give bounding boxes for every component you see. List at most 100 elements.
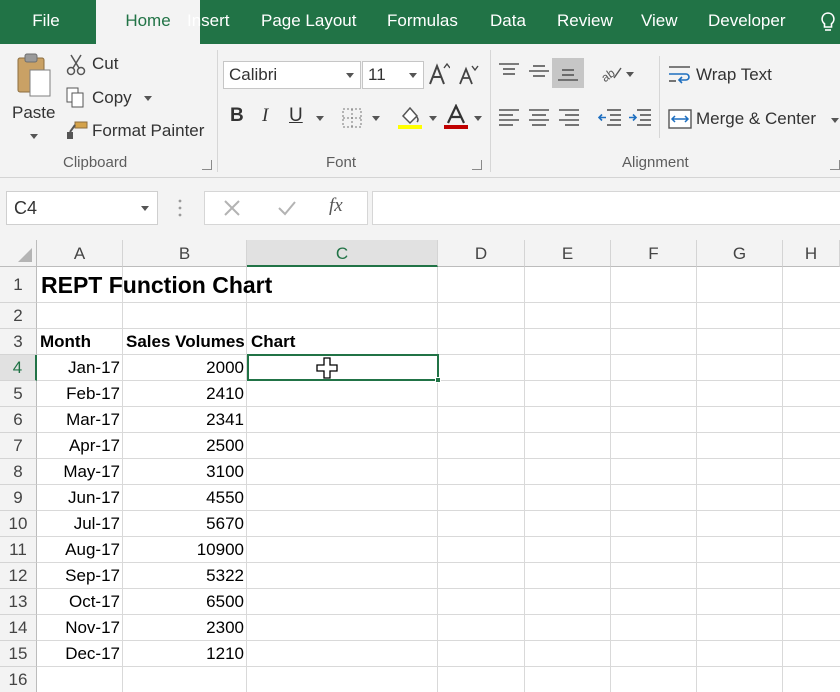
column-header-h[interactable]: H — [783, 240, 840, 267]
align-center-icon[interactable] — [528, 108, 550, 128]
tab-page-layout[interactable]: Page Layout — [261, 0, 356, 44]
row-header-16[interactable]: 16 — [0, 667, 37, 692]
row-header-8[interactable]: 8 — [0, 459, 37, 485]
increase-indent-icon[interactable] — [628, 108, 652, 128]
align-left-icon[interactable] — [498, 108, 520, 128]
formula-input[interactable] — [372, 191, 840, 225]
borders-dropdown-icon[interactable] — [372, 116, 380, 121]
month-cell[interactable]: May-17 — [37, 459, 123, 485]
cancel-icon[interactable] — [223, 199, 241, 217]
row-header-11[interactable]: 11 — [0, 537, 37, 563]
copy-dropdown-icon[interactable] — [144, 96, 152, 101]
month-cell[interactable]: Apr-17 — [37, 433, 123, 459]
tab-file[interactable]: File — [18, 0, 74, 44]
sales-cell[interactable]: 5670 — [123, 511, 247, 537]
month-cell[interactable]: Feb-17 — [37, 381, 123, 407]
name-box[interactable]: C4 — [6, 191, 158, 225]
merge-center-button[interactable]: Merge & Center — [696, 109, 816, 129]
sales-cell[interactable]: 4550 — [123, 485, 247, 511]
middle-align-icon[interactable] — [528, 62, 550, 80]
header-chart-cell[interactable]: Chart — [251, 329, 295, 355]
tab-data[interactable]: Data — [490, 0, 526, 44]
font-color-dropdown-icon[interactable] — [474, 116, 482, 121]
paste-dropdown-icon[interactable] — [30, 134, 38, 139]
row-header-12[interactable]: 12 — [0, 563, 37, 589]
font-launcher-icon[interactable] — [472, 160, 482, 170]
tab-home[interactable]: Home — [96, 0, 200, 45]
sales-cell[interactable]: 5322 — [123, 563, 247, 589]
month-cell[interactable]: Dec-17 — [37, 641, 123, 667]
orientation-dropdown-icon[interactable] — [626, 72, 634, 77]
row-header-13[interactable]: 13 — [0, 589, 37, 615]
orientation-icon[interactable]: ab — [600, 62, 622, 82]
sales-cell[interactable]: 2410 — [123, 381, 247, 407]
bold-button[interactable]: B — [230, 105, 244, 127]
column-header-e[interactable]: E — [525, 240, 611, 267]
column-header-g[interactable]: G — [697, 240, 783, 267]
fill-handle[interactable] — [435, 377, 441, 383]
row-header-10[interactable]: 10 — [0, 511, 37, 537]
wrap-text-button[interactable]: Wrap Text — [696, 65, 772, 85]
alignment-launcher-icon[interactable] — [830, 160, 840, 170]
header-sales-cell[interactable]: Sales Volumes — [126, 329, 245, 355]
active-cell-c4[interactable] — [247, 354, 441, 383]
bottom-align-button[interactable] — [552, 58, 584, 88]
row-header-9[interactable]: 9 — [0, 485, 37, 511]
month-cell[interactable]: Aug-17 — [37, 537, 123, 563]
clipboard-launcher-icon[interactable] — [202, 160, 212, 170]
borders-icon[interactable] — [342, 108, 362, 128]
row-header-6[interactable]: 6 — [0, 407, 37, 433]
month-cell[interactable]: Jul-17 — [37, 511, 123, 537]
top-align-icon[interactable] — [498, 62, 520, 80]
paste-icon[interactable] — [14, 52, 54, 100]
underline-button[interactable]: U — [289, 105, 303, 127]
header-month-cell[interactable]: Month — [40, 329, 91, 355]
row-header-3[interactable]: 3 — [0, 329, 37, 355]
enter-checkmark-icon[interactable] — [277, 199, 297, 217]
fill-color-icon[interactable] — [397, 104, 423, 130]
month-cell[interactable]: Mar-17 — [37, 407, 123, 433]
italic-button[interactable]: I — [262, 105, 268, 127]
row-header-15[interactable]: 15 — [0, 641, 37, 667]
month-cell[interactable]: Nov-17 — [37, 615, 123, 641]
month-cell[interactable]: Jun-17 — [37, 485, 123, 511]
row-header-2[interactable]: 2 — [0, 303, 37, 329]
column-header-b[interactable]: B — [123, 240, 247, 267]
copy-button[interactable]: Copy — [92, 88, 132, 108]
font-color-icon[interactable] — [443, 104, 469, 130]
column-header-f[interactable]: F — [611, 240, 697, 267]
month-cell[interactable]: Oct-17 — [37, 589, 123, 615]
tab-review[interactable]: Review — [557, 0, 613, 44]
tab-insert[interactable]: Insert — [187, 0, 230, 44]
sales-cell[interactable]: 2341 — [123, 407, 247, 433]
paste-button[interactable]: Paste — [12, 103, 55, 123]
merge-center-dropdown-icon[interactable] — [831, 118, 839, 123]
month-cell[interactable]: Jan-17 — [37, 355, 123, 381]
font-size-dropdown[interactable]: 11 — [362, 61, 424, 89]
decrease-indent-icon[interactable] — [598, 108, 622, 128]
sales-cell[interactable]: 2000 — [123, 355, 247, 381]
sales-cell[interactable]: 2500 — [123, 433, 247, 459]
row-header-14[interactable]: 14 — [0, 615, 37, 641]
row-header-4[interactable]: 4 — [0, 355, 37, 381]
sales-cell[interactable]: 3100 — [123, 459, 247, 485]
font-name-dropdown[interactable]: Calibri — [223, 61, 361, 89]
decrease-font-size-icon[interactable] — [458, 64, 480, 86]
month-cell[interactable]: Sep-17 — [37, 563, 123, 589]
insert-function-button[interactable]: fx — [329, 195, 343, 217]
tab-view[interactable]: View — [641, 0, 678, 44]
sales-cell[interactable]: 10900 — [123, 537, 247, 563]
cut-button[interactable]: Cut — [92, 54, 118, 74]
sales-cell[interactable]: 1210 — [123, 641, 247, 667]
fill-color-dropdown-icon[interactable] — [429, 116, 437, 121]
row-header-5[interactable]: 5 — [0, 381, 37, 407]
sales-cell[interactable]: 6500 — [123, 589, 247, 615]
underline-dropdown-icon[interactable] — [316, 116, 324, 121]
lightbulb-icon[interactable] — [816, 10, 840, 34]
sales-cell[interactable]: 2300 — [123, 615, 247, 641]
format-painter-button[interactable]: Format Painter — [92, 121, 204, 141]
column-header-d[interactable]: D — [438, 240, 525, 267]
column-header-a[interactable]: A — [37, 240, 123, 267]
row-header-1[interactable]: 1 — [0, 267, 37, 303]
tab-developer[interactable]: Developer — [708, 0, 786, 44]
